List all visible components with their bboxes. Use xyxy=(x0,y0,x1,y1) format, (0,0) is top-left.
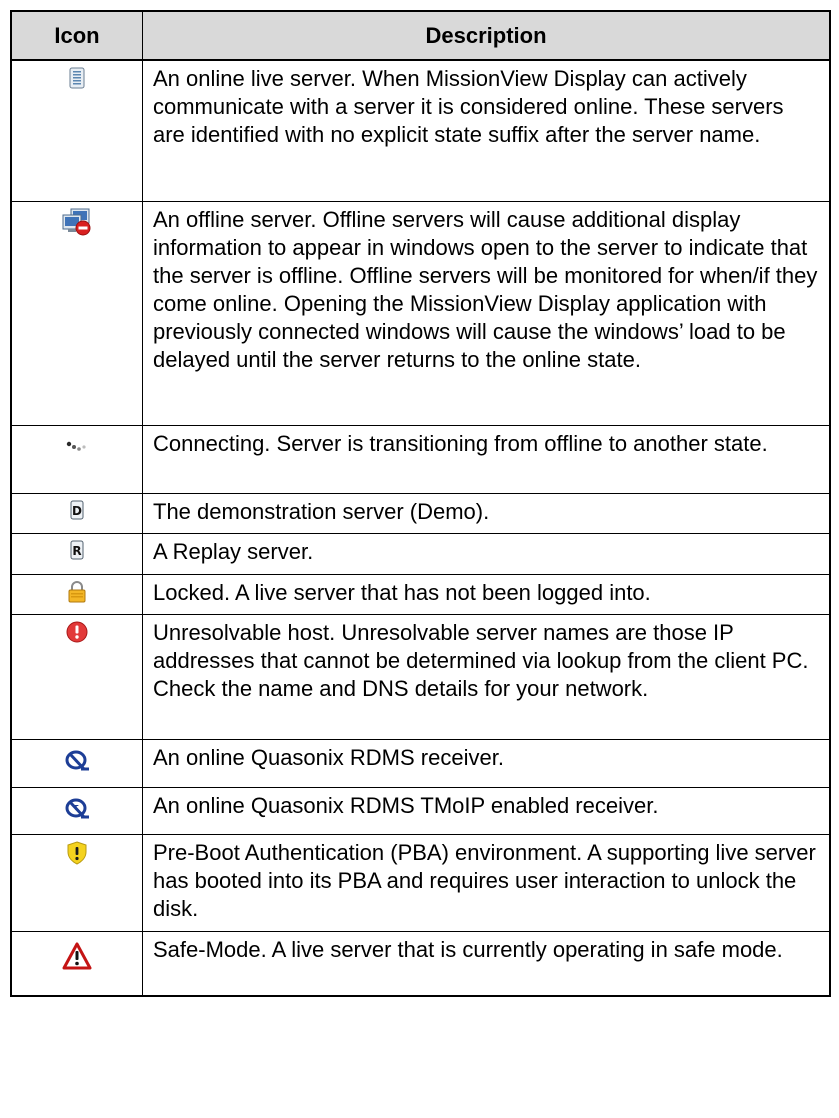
description-cell: Safe-Mode. A live server that is current… xyxy=(142,930,831,997)
description-cell: Connecting. Server is transitioning from… xyxy=(142,424,831,494)
table-row: R A Replay server. xyxy=(10,532,831,575)
icon-cell xyxy=(10,200,143,426)
shield-warning-icon xyxy=(67,840,87,865)
icon-description-table: Icon Description An online live server. … xyxy=(10,10,831,997)
icon-cell: R xyxy=(10,532,143,575)
icon-cell: T xyxy=(10,786,143,835)
icon-cell xyxy=(10,833,143,932)
icon-cell xyxy=(10,613,143,740)
icon-cell: D xyxy=(10,492,143,534)
table-row: Locked. A live server that has not been … xyxy=(10,573,831,615)
svg-text:R: R xyxy=(72,544,81,558)
description-cell: An offline server. Offline servers will … xyxy=(142,200,831,426)
rdms-tmoip-receiver-icon: T xyxy=(65,798,89,818)
table-row: Connecting. Server is transitioning from… xyxy=(10,424,831,494)
warning-triangle-icon xyxy=(62,942,92,969)
icon-cell xyxy=(10,59,143,202)
icon-cell xyxy=(10,738,143,788)
description-cell: Locked. A live server that has not been … xyxy=(142,573,831,615)
table-row: Pre-Boot Authentication (PBA) environmen… xyxy=(10,833,831,932)
icon-cell xyxy=(10,573,143,615)
description-cell: An online Quasonix RDMS receiver. xyxy=(142,738,831,788)
table-row: An online live server. When MissionView … xyxy=(10,59,831,202)
table-row: Unresolvable host. Unresolvable server n… xyxy=(10,613,831,740)
online-server-icon xyxy=(69,67,85,89)
description-cell: A Replay server. xyxy=(142,532,831,575)
table-row: T An online Quasonix RDMS TMoIP enabled … xyxy=(10,786,831,835)
error-icon xyxy=(66,621,88,642)
rdms-receiver-icon xyxy=(65,750,89,770)
lock-icon xyxy=(68,580,86,602)
table-row: An online Quasonix RDMS receiver. xyxy=(10,738,831,788)
icon-column-header: Icon xyxy=(10,10,143,61)
icon-cell xyxy=(10,930,143,997)
demo-server-icon: D xyxy=(70,500,84,519)
offline-server-icon xyxy=(62,208,91,235)
description-cell: Unresolvable host. Unresolvable server n… xyxy=(142,613,831,740)
svg-text:D: D xyxy=(72,504,82,518)
description-column-header: Description xyxy=(142,10,831,61)
connecting-icon xyxy=(66,441,86,451)
icon-cell xyxy=(10,424,143,494)
description-cell: An online Quasonix RDMS TMoIP enabled re… xyxy=(142,786,831,835)
table-row: D The demonstration server (Demo). xyxy=(10,492,831,534)
replay-server-icon: R xyxy=(70,540,84,559)
description-cell: An online live server. When MissionView … xyxy=(142,59,831,202)
description-cell: The demonstration server (Demo). xyxy=(142,492,831,534)
table-row: An offline server. Offline servers will … xyxy=(10,200,831,426)
description-cell: Pre-Boot Authentication (PBA) environmen… xyxy=(142,833,831,932)
table-row: Safe-Mode. A live server that is current… xyxy=(10,930,831,997)
svg-text:T: T xyxy=(74,804,79,812)
table-header-row: Icon Description xyxy=(10,10,831,61)
